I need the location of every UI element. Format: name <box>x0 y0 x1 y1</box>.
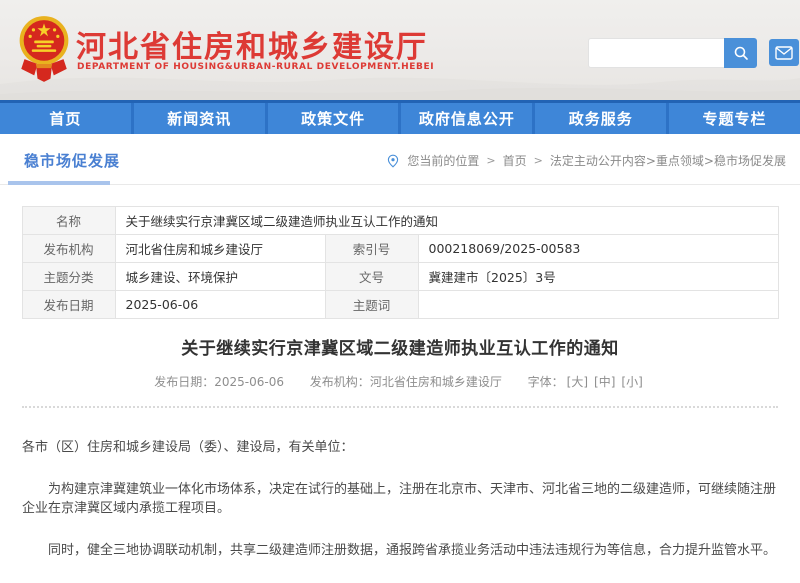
breadcrumb-prefix: 您当前的位置 <box>407 152 479 169</box>
meta-font-label: 字体： <box>528 375 564 389</box>
nav-item-services[interactable]: 政务服务 <box>535 103 666 134</box>
meta-date-value: 2025-06-06 <box>214 375 284 389</box>
table-row: 发布日期 2025-06-06 主题词 <box>22 291 778 319</box>
document-info-table: 名称 关于继续实行京津冀区域二级建造师执业互认工作的通知 发布机构 河北省住房和… <box>22 206 779 319</box>
search-icon <box>733 45 749 61</box>
table-row: 发布机构 河北省住房和城乡建设厅 索引号 000218069/2025-0058… <box>22 235 778 263</box>
site-header: 河北省住房和城乡建设厅 DEPARTMENT OF HOUSING&URBAN-… <box>0 0 800 100</box>
breadcrumb-path[interactable]: 法定主动公开内容>重点领域>稳市场促发展 <box>550 152 786 169</box>
dotted-divider <box>22 406 778 408</box>
field-label-index: 索引号 <box>325 235 418 263</box>
article-title: 关于继续实行京津冀区域二级建造师执业互认工作的通知 <box>22 334 778 359</box>
breadcrumb-separator: > <box>534 154 543 167</box>
mail-icon <box>775 46 793 60</box>
location-pin-icon <box>386 154 400 168</box>
field-label-topic: 主题分类 <box>22 263 115 291</box>
article: 关于继续实行京津冀区域二级建造师执业互认工作的通知 发布日期：2025-06-0… <box>22 334 778 583</box>
table-row: 名称 关于继续实行京津冀区域二级建造师执业互认工作的通知 <box>22 207 778 235</box>
article-body: 各市（区）住房和城乡建设局（委）、建设局，有关单位： 为构建京津冀建筑业一体化市… <box>22 438 778 560</box>
body-paragraph: 为构建京津冀建筑业一体化市场体系，决定在试行的基础上，注册在北京市、天津市、河北… <box>22 480 778 519</box>
field-value-date: 2025-06-06 <box>115 291 325 319</box>
article-meta: 发布日期：2025-06-06 发布机构：河北省住房和城乡建设厅 字体：[大] [… <box>22 373 778 390</box>
field-value-issuer: 河北省住房和城乡建设厅 <box>115 235 325 263</box>
field-value-keywords <box>418 291 778 319</box>
field-label-date: 发布日期 <box>22 291 115 319</box>
font-size-small-button[interactable]: [小] <box>621 375 642 389</box>
nav-item-policy[interactable]: 政策文件 <box>268 103 399 134</box>
site-subtitle: DEPARTMENT OF HOUSING&URBAN-RURAL DEVELO… <box>77 62 434 72</box>
breadcrumb-separator: > <box>486 154 495 167</box>
body-paragraph: 同时，健全三地协调联动机制，共享二级建造师注册数据，通报跨省承揽业务活动中违法违… <box>22 541 778 561</box>
field-value-topic: 城乡建设、环境保护 <box>115 263 325 291</box>
field-label-keywords: 主题词 <box>325 291 418 319</box>
field-label-issuer: 发布机构 <box>22 235 115 263</box>
nav-item-gov-info[interactable]: 政府信息公开 <box>401 103 532 134</box>
main-nav: 首页 新闻资讯 政策文件 政府信息公开 政务服务 专题专栏 <box>0 100 800 134</box>
field-label-docnum: 文号 <box>325 263 418 291</box>
breadcrumb: 您当前的位置 > 首页 > 法定主动公开内容>重点领域>稳市场促发展 <box>386 152 786 169</box>
site-title: 河北省住房和城乡建设厅 <box>76 22 428 66</box>
meta-org-label: 发布机构： <box>310 375 370 389</box>
field-value-docnum: 冀建建市〔2025〕3号 <box>418 263 778 291</box>
font-size-large-button[interactable]: [大] <box>567 375 588 389</box>
nav-item-special[interactable]: 专题专栏 <box>669 103 800 134</box>
field-value-index: 000218069/2025-00583 <box>418 235 778 263</box>
mail-button[interactable] <box>769 39 799 66</box>
field-value-name: 关于继续实行京津冀区域二级建造师执业互认工作的通知 <box>115 207 778 235</box>
font-size-medium-button[interactable]: [中] <box>594 375 615 389</box>
search-button[interactable] <box>724 38 757 68</box>
search-input[interactable] <box>588 38 724 68</box>
search-bar <box>588 38 757 68</box>
field-label-name: 名称 <box>22 207 115 235</box>
tab-underline <box>8 181 110 185</box>
subheader: 稳市场促发展 您当前的位置 > 首页 > 法定主动公开内容>重点领域>稳市场促发… <box>0 137 800 185</box>
meta-org-value: 河北省住房和城乡建设厅 <box>370 375 502 389</box>
section-tab[interactable]: 稳市场促发展 <box>24 150 120 171</box>
meta-date-label: 发布日期： <box>154 375 214 389</box>
national-emblem-icon[interactable] <box>18 13 70 89</box>
salutation-paragraph: 各市（区）住房和城乡建设局（委）、建设局，有关单位： <box>22 438 778 458</box>
nav-item-home[interactable]: 首页 <box>0 103 131 134</box>
nav-item-news[interactable]: 新闻资讯 <box>134 103 265 134</box>
breadcrumb-home[interactable]: 首页 <box>503 152 527 169</box>
table-row: 主题分类 城乡建设、环境保护 文号 冀建建市〔2025〕3号 <box>22 263 778 291</box>
